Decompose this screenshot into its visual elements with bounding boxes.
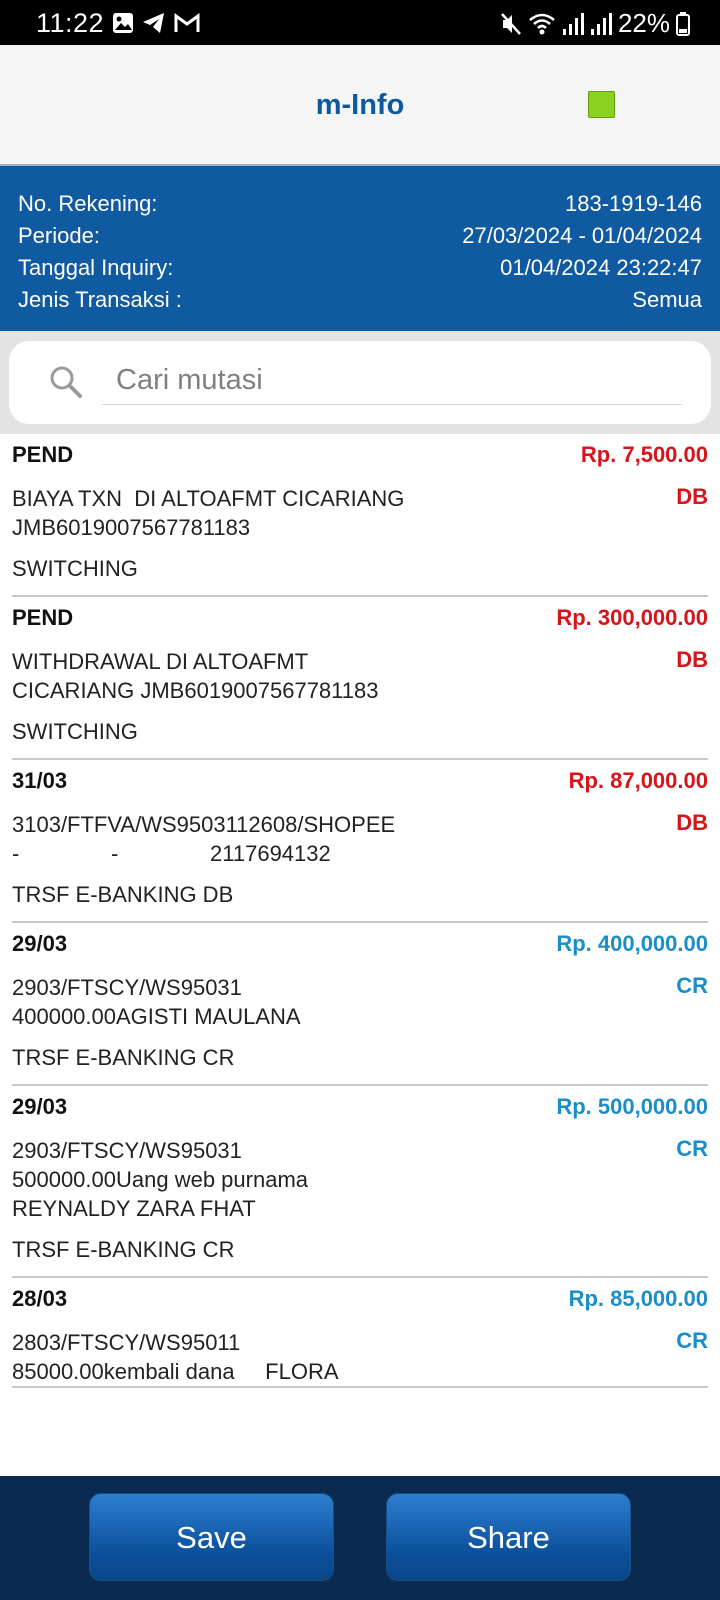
battery-percent: 22% [617, 8, 670, 38]
account-number-value: 183-1919-146 [564, 191, 702, 216]
connection-status-indicator [588, 91, 615, 118]
mute-icon [500, 12, 522, 36]
transaction-description: 2903/FTSCY/WS95031 500000.00Uang web pur… [12, 1138, 309, 1221]
transaction-type-badge: DB [676, 810, 708, 835]
account-number-label: No. Rekening: [18, 191, 158, 216]
share-button[interactable]: Share [386, 1493, 631, 1581]
transaction-amount: Rp. 300,000.00 [556, 605, 708, 630]
signal-icon [590, 12, 612, 36]
transaction-type-badge: CR [676, 1328, 708, 1353]
transaction-description: BIAYA TXN DI ALTOAFMT CICARIANG JMB60190… [12, 486, 405, 540]
transaction-date: PEND [12, 605, 74, 630]
transaction-description: 2903/FTSCY/WS95031 400000.00AGISTI MAULA… [12, 975, 301, 1029]
inquiry-date-value: 01/04/2024 23:22:47 [500, 255, 702, 280]
transaction-item[interactable]: 29/03 Rp. 400,000.00 2903/FTSCY/WS95031 … [12, 925, 708, 1086]
transaction-amount: Rp. 7,500.00 [580, 442, 708, 467]
inquiry-date-row: Tanggal Inquiry: 01/04/2024 23:22:47 [18, 252, 702, 284]
transaction-item[interactable]: 29/03 Rp. 500,000.00 2903/FTSCY/WS95031 … [12, 1088, 708, 1278]
transaction-item[interactable]: PEND Rp. 7,500.00 BIAYA TXN DI ALTOAFMT … [12, 436, 708, 597]
period-value: 27/03/2024 - 01/04/2024 [462, 223, 702, 248]
account-info-panel: No. Rekening: 183-1919-146 Periode: 27/0… [0, 166, 720, 331]
transaction-amount: Rp. 85,000.00 [568, 1286, 708, 1311]
inquiry-date-label: Tanggal Inquiry: [18, 255, 174, 280]
account-number-row: No. Rekening: 183-1919-146 [18, 188, 702, 220]
notification-icons [112, 12, 200, 39]
transaction-amount: Rp. 400,000.00 [556, 931, 708, 956]
signal-icon [562, 12, 584, 36]
transaction-type-label: Jenis Transaksi : [18, 287, 182, 312]
wifi-icon [528, 12, 556, 36]
transaction-item[interactable]: PEND Rp. 300,000.00 WITHDRAWAL DI ALTOAF… [12, 599, 708, 760]
battery-icon [676, 11, 690, 36]
transaction-date: 29/03 [12, 931, 68, 956]
transaction-description: 2803/FTSCY/WS95011 85000.00kembali dana … [12, 1330, 339, 1384]
transaction-item[interactable]: 31/03 Rp. 87,000.00 3103/FTFVA/WS9503112… [12, 762, 708, 923]
search-box[interactable] [9, 341, 711, 424]
transaction-item[interactable]: 28/03 Rp. 85,000.00 2803/FTSCY/WS95011 8… [12, 1280, 708, 1388]
transaction-category: TRSF E-BANKING DB [12, 882, 234, 907]
transaction-category: SWITCHING [12, 719, 138, 744]
transaction-type-badge: CR [676, 973, 708, 998]
transaction-category: TRSF E-BANKING CR [12, 1045, 235, 1070]
transaction-type-row: Jenis Transaksi : Semua [18, 284, 702, 316]
transaction-date: 31/03 [12, 768, 68, 793]
transaction-description: 3103/FTFVA/WS9503112608/SHOPEE - - 21176… [12, 812, 396, 866]
transaction-amount: Rp. 500,000.00 [556, 1094, 708, 1119]
transaction-type-badge: CR [676, 1136, 708, 1161]
gallery-icon [112, 12, 134, 39]
system-icons: 22% [500, 8, 690, 39]
status-time: 11:22 [36, 8, 105, 38]
transaction-date: PEND [12, 442, 74, 467]
transaction-list[interactable]: PEND Rp. 7,500.00 BIAYA TXN DI ALTOAFMT … [0, 434, 720, 1476]
app-header: m-Info [0, 45, 720, 166]
transaction-category: SWITCHING [12, 556, 138, 581]
search-bar [0, 331, 720, 434]
period-row: Periode: 27/03/2024 - 01/04/2024 [18, 220, 702, 252]
transaction-type-badge: DB [676, 647, 708, 672]
telegram-icon [142, 12, 166, 39]
search-icon [49, 365, 83, 404]
gmail-icon [174, 13, 200, 38]
transaction-date: 28/03 [12, 1286, 68, 1311]
search-input[interactable] [102, 357, 682, 405]
transaction-description: WITHDRAWAL DI ALTOAFMT CICARIANG JMB6019… [12, 649, 379, 703]
transaction-category: TRSF E-BANKING CR [12, 1237, 235, 1262]
bottom-action-bar: Save Share [0, 1476, 720, 1600]
status-bar: 11:22 22% [0, 0, 720, 45]
transaction-date: 29/03 [12, 1094, 68, 1119]
transaction-type-value: Semua [632, 287, 702, 312]
save-button[interactable]: Save [89, 1493, 334, 1581]
period-label: Periode: [18, 223, 100, 248]
transaction-amount: Rp. 87,000.00 [568, 768, 708, 793]
transaction-type-badge: DB [676, 484, 708, 509]
